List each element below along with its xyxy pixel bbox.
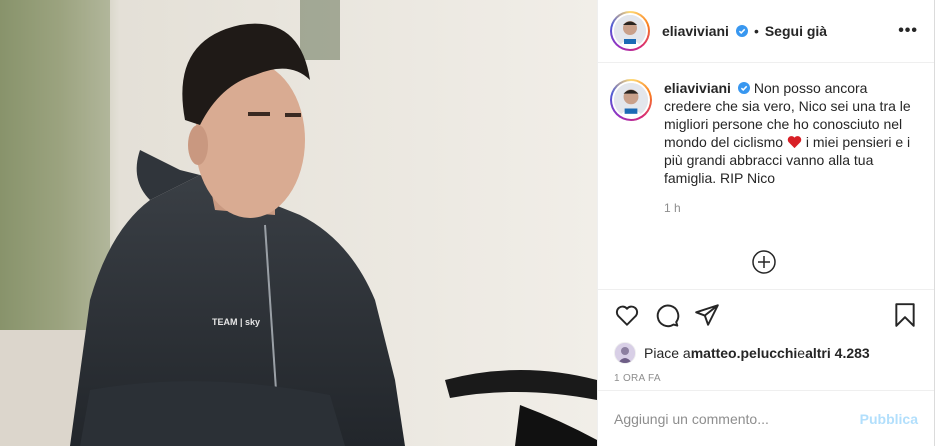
post-header: eliaviviani • Segui già •••	[598, 0, 934, 63]
likes-line: Piace a matteo.pelucchi e altri 4.283	[598, 339, 934, 367]
author-avatar[interactable]	[610, 11, 650, 51]
comment-input[interactable]	[614, 410, 860, 427]
post-photo[interactable]: TEAM | sky	[0, 0, 597, 446]
likes-prefix: Piace a	[644, 345, 691, 361]
caption-time[interactable]: 1 h	[664, 199, 918, 217]
jacket-logo: TEAM | sky	[212, 317, 260, 327]
likes-connector: e	[797, 345, 806, 361]
author-username[interactable]: eliaviviani	[662, 23, 729, 39]
add-comment-bar: Pubblica	[598, 390, 934, 446]
share-icon[interactable]	[694, 302, 720, 328]
post-image: TEAM | sky	[0, 0, 597, 446]
verified-icon	[735, 25, 748, 37]
comment-icon[interactable]	[654, 302, 680, 328]
caption-username[interactable]: eliaviviani	[664, 80, 731, 96]
liker-avatar[interactable]	[614, 342, 636, 364]
publish-button[interactable]: Pubblica	[860, 411, 918, 427]
more-options-icon[interactable]: •••	[898, 22, 918, 40]
load-more-comments-icon[interactable]	[751, 249, 777, 275]
separator-dot: •	[753, 23, 759, 39]
caption-avatar[interactable]	[610, 79, 652, 121]
comments-area: eliaviviani Non posso ancora credere che…	[598, 63, 934, 289]
verified-icon	[737, 82, 750, 94]
likes-others[interactable]: altri 4.283	[805, 345, 870, 361]
red-heart-emoji-icon	[787, 136, 802, 149]
action-bar	[598, 289, 934, 339]
bookmark-icon[interactable]	[892, 302, 918, 328]
post-panel: eliaviviani • Segui già ••• eliaviviani …	[597, 0, 935, 446]
liker-username[interactable]: matteo.pelucchi	[691, 345, 798, 361]
caption: eliaviviani Non posso ancora credere che…	[610, 79, 918, 217]
caption-text: eliaviviani Non posso ancora credere che…	[664, 79, 918, 217]
following-button[interactable]: Segui già	[765, 23, 827, 39]
heart-icon[interactable]	[614, 302, 640, 328]
